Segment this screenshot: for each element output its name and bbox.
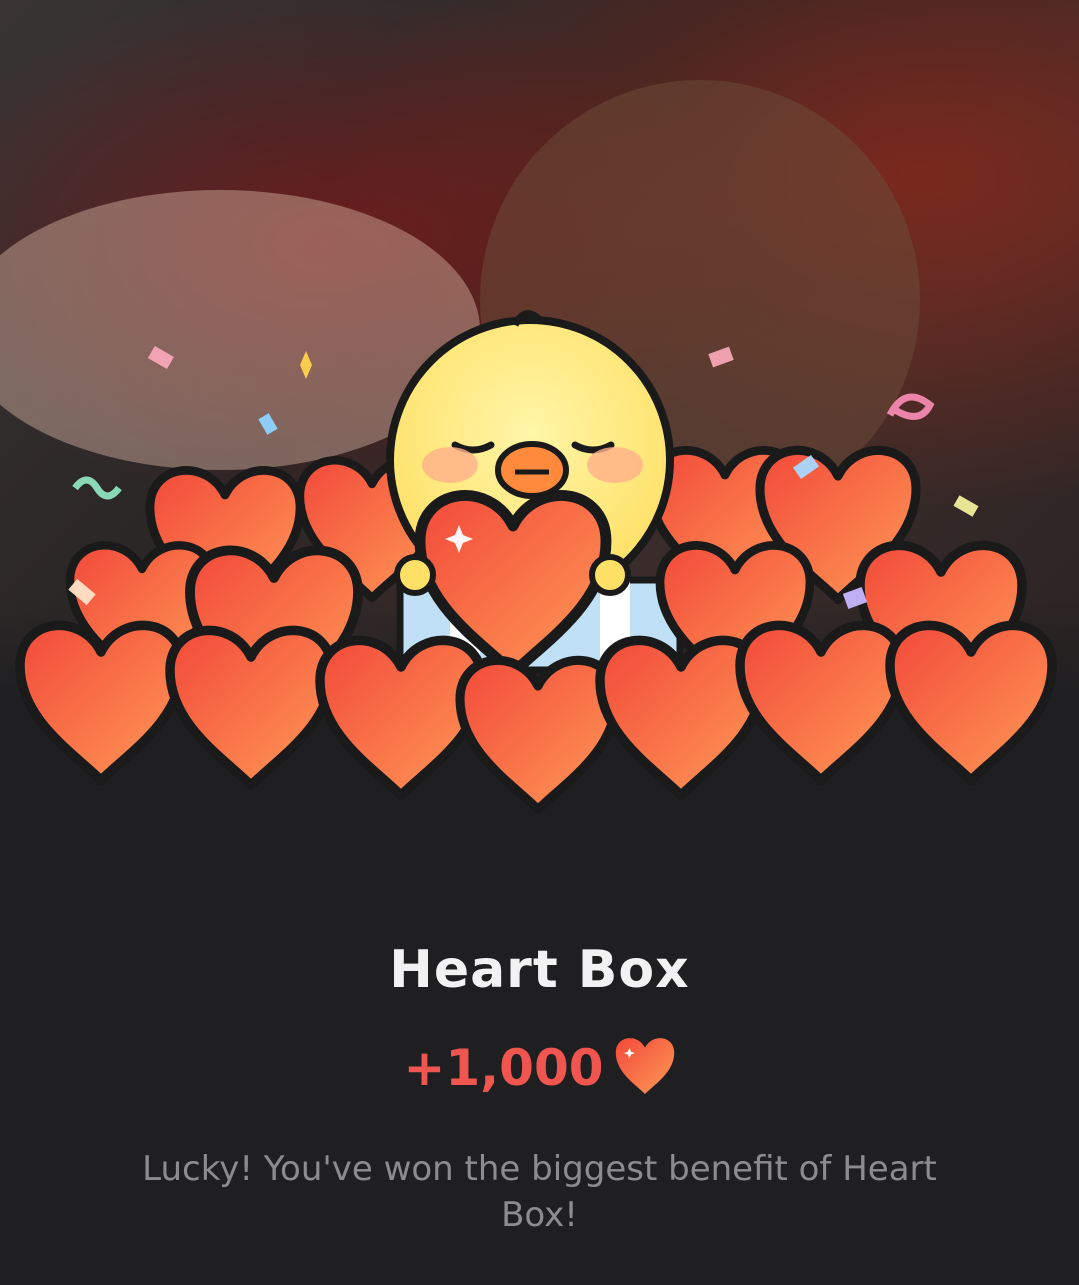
reward-message: Lucky! You've won the biggest benefit of… [142, 1149, 937, 1235]
heart-shape [740, 625, 902, 780]
heart-shape [20, 625, 182, 780]
heart-shape [890, 625, 1052, 780]
reward-line: +1,000 [0, 1038, 1079, 1098]
reward-popup: Heart Box +1,000 Lucky! You've won the b… [0, 900, 1079, 1238]
heart-box-banner [0, 0, 1079, 820]
heart-shape [460, 660, 616, 809]
reward-amount: +1,000 [403, 1039, 604, 1097]
heart-pile-illustration [0, 80, 1079, 820]
heart-shape [170, 630, 332, 785]
heart-icon [614, 1038, 676, 1098]
popup-title: Heart Box [389, 940, 690, 1000]
